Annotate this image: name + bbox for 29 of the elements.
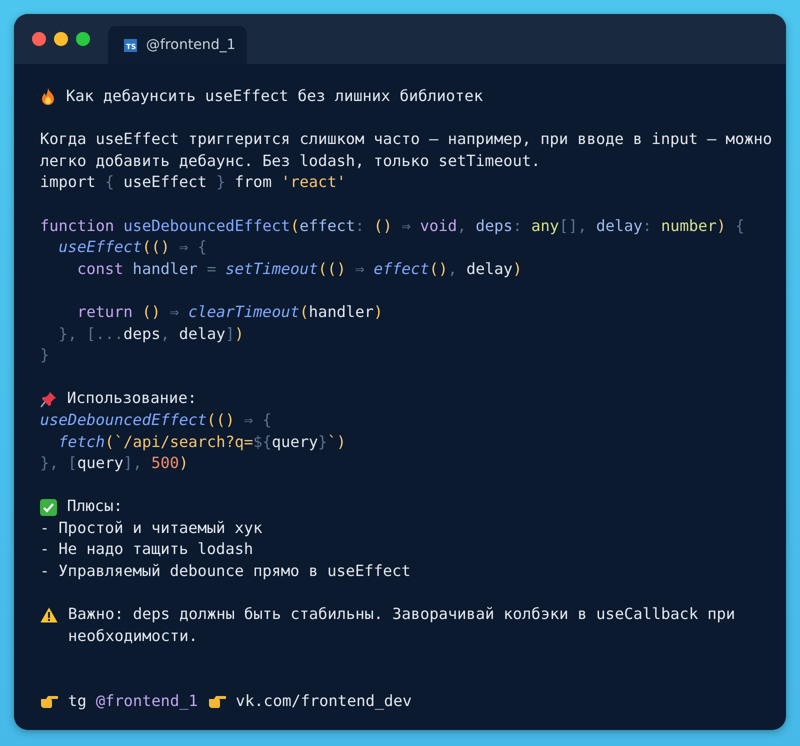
section-heading: Плюсы: <box>67 496 123 518</box>
code-line: } <box>40 345 50 366</box>
list-item: - Управляемый debounce прямо в useEffect <box>40 561 412 582</box>
code-line: function useDebouncedEffect(effect: () ⇒ void, deps: any[], delay: number) { <box>40 216 744 237</box>
code-line: fetch(`/api/search?q=${query}`) <box>58 432 346 452</box>
code-line: }, [...deps, delay]) <box>58 324 244 345</box>
code-line: useEffect(() ⇒ { <box>58 237 207 258</box>
checkmark-icon <box>40 498 57 516</box>
minimize-button[interactable] <box>54 32 68 46</box>
code-line: return () ⇒ clearTimeout(handler) <box>76 302 383 323</box>
code-line: const handler = setTimeout(() ⇒ effect(), delay) <box>76 258 522 280</box>
warning-note: Важно: deps должны быть стабильны. Заворачивай колбэки в useCallback при необходимости. <box>68 604 736 647</box>
post-title: Как дебаунсить useEffect без лишних библиотек <box>66 86 483 107</box>
pointing-hand-icon <box>208 694 226 708</box>
pushpin-icon <box>40 390 57 408</box>
close-button[interactable] <box>32 32 46 46</box>
list-item: - Простой и читаемый хук <box>40 518 264 539</box>
maximize-button[interactable] <box>76 32 90 46</box>
code-line: }, [query], 500) <box>40 453 188 474</box>
contact-link[interactable]: vk.com/frontend_dev <box>236 690 412 712</box>
fire-icon <box>40 88 56 106</box>
pointing-hand-icon <box>40 694 58 708</box>
code-line: import { useEffect } from 'react' <box>40 172 346 194</box>
list-item: - Не надо тащить lodash <box>40 539 254 560</box>
section-heading: Использование: <box>67 388 197 410</box>
intro-paragraph: Когда useEffect триггерится слишком часто — например, при вводе в input — можно легко добавить дебаунс. Без lodash, только setTimeout. <box>40 129 774 172</box>
contact-link[interactable]: tg @frontend_1 <box>68 690 198 712</box>
warning-icon <box>40 607 58 624</box>
code-line: useDebouncedEffect(() ⇒ { <box>40 410 272 431</box>
